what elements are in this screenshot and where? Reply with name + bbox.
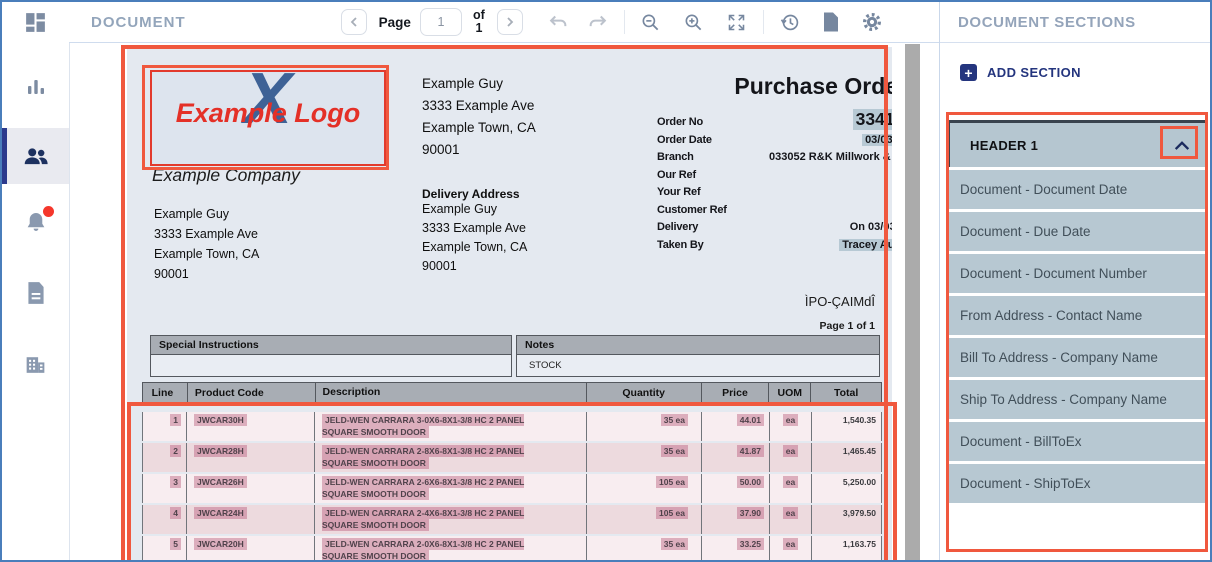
table-row: 4 JWCAR24H JELD-WEN CARRARA 2-4X6-8X1-3/… — [142, 505, 882, 534]
new-document-icon[interactable] — [818, 9, 844, 35]
notifications-bell-icon[interactable] — [2, 209, 69, 241]
page-title: DOCUMENT — [91, 14, 186, 31]
barcode-text: ÌPO-ÇAIMdÎ — [527, 294, 875, 309]
document-sections-panel: DOCUMENT SECTIONS + ADD SECTION HEADER 1… — [939, 2, 1212, 560]
page-label: Page — [379, 15, 411, 30]
toolbar-separator — [763, 10, 764, 34]
contact-address: Example Guy 3333 Example Ave Example Tow… — [422, 73, 536, 161]
chevron-up-icon — [1173, 140, 1191, 151]
page-count: of1 — [470, 9, 488, 35]
notification-dot — [43, 206, 54, 217]
document-toolbar: DOCUMENT Page of1 — [69, 2, 939, 43]
dashboard-icon[interactable] — [2, 10, 69, 35]
document-page: X Example Logo Example Company Example G… — [127, 47, 892, 562]
zoom-out-icon[interactable] — [638, 9, 664, 35]
prev-page-button[interactable] — [341, 9, 367, 35]
special-instructions-box: Special Instructions — [150, 335, 512, 377]
table-row: 5 JWCAR20H JELD-WEN CARRARA 2-0X6-8X1-3/… — [142, 536, 882, 562]
field-order-no: Order No334145 — [657, 109, 892, 130]
company-logo: X Example Logo — [150, 70, 386, 166]
field-your-ref: Your Ref — [657, 186, 892, 200]
page-number-input[interactable] — [420, 8, 462, 36]
field-order-date: Order Date03/03/202 — [657, 134, 892, 148]
fullscreen-icon[interactable] — [724, 9, 750, 35]
company-name: Example Company — [152, 165, 300, 186]
next-page-button[interactable] — [497, 9, 523, 35]
vertical-scrollbar[interactable] — [905, 44, 920, 562]
table-body: 1 JWCAR30H JELD-WEN CARRARA 3-0X6-8X1-3/… — [142, 412, 882, 562]
users-icon[interactable] — [2, 143, 69, 169]
table-row: 3 JWCAR26H JELD-WEN CARRARA 2-6X6-8X1-3/… — [142, 474, 882, 503]
section-item[interactable]: From Address - Contact Name — [947, 296, 1206, 335]
bill-to-address: Example Guy 3333 Example Ave Example Tow… — [154, 204, 259, 284]
section-item[interactable]: Ship To Address - Company Name — [947, 380, 1206, 419]
field-taken-by: Taken ByTracey Austin — [657, 239, 892, 253]
section-item[interactable]: Document - ShipToEx — [947, 464, 1206, 503]
documents-icon[interactable] — [2, 280, 69, 306]
plus-icon: + — [960, 64, 977, 81]
zoom-in-icon[interactable] — [681, 9, 707, 35]
bar-chart-icon[interactable] — [2, 75, 69, 99]
field-branch: Branch033052 R&K Millwork & Trim — [657, 151, 892, 165]
organization-building-icon[interactable] — [2, 352, 69, 377]
purchase-order-title: Purchase Order — [527, 73, 892, 100]
table-row: 1 JWCAR30H JELD-WEN CARRARA 3-0X6-8X1-3/… — [142, 412, 882, 441]
settings-gear-icon[interactable] — [859, 9, 885, 35]
app-window: DOCUMENT Page of1 — [0, 0, 1212, 562]
chevron-left-icon — [348, 16, 360, 28]
section-item[interactable]: Document - Due Date — [947, 212, 1206, 251]
section-header[interactable]: HEADER 1 — [947, 120, 1206, 167]
section-item[interactable]: Bill To Address - Company Name — [947, 338, 1206, 377]
document-page-indicator: Page 1 of 1 — [527, 320, 875, 332]
chevron-right-icon — [504, 16, 516, 28]
table-header: Line Product Code Description Quantity P… — [142, 382, 882, 404]
add-section-button[interactable]: + ADD SECTION — [960, 64, 1212, 81]
logo-text: Example Logo — [152, 98, 384, 129]
redo-icon[interactable] — [585, 9, 611, 35]
field-delivery: DeliveryOn 03/03/202 — [657, 221, 892, 235]
delivery-address-label: Delivery Address — [422, 187, 520, 201]
undo-icon[interactable] — [545, 9, 571, 35]
panel-title: DOCUMENT SECTIONS — [940, 2, 1212, 43]
field-customer-ref: Customer Ref — [657, 204, 892, 218]
table-row: 2 JWCAR28H JELD-WEN CARRARA 2-8X6-8X1-3/… — [142, 443, 882, 472]
order-fields: Order No334145 Order Date03/03/202 Branc… — [657, 109, 892, 256]
left-sidebar — [2, 2, 70, 560]
field-our-ref: Our Ref — [657, 169, 892, 183]
document-viewer: X Example Logo Example Company Example G… — [69, 42, 939, 562]
history-icon[interactable] — [777, 9, 803, 35]
delivery-address: Example Guy 3333 Example Ave Example Tow… — [422, 200, 527, 276]
sections-list: HEADER 1 Document - Document Date Docume… — [947, 120, 1206, 503]
toolbar-separator — [624, 10, 625, 34]
section-item[interactable]: Document - Document Date — [947, 170, 1206, 209]
notes-box: Notes STOCK — [516, 335, 880, 377]
section-item[interactable]: Document - Document Number — [947, 254, 1206, 293]
section-item[interactable]: Document - BillToEx — [947, 422, 1206, 461]
collapse-section-button[interactable] — [1166, 131, 1198, 159]
